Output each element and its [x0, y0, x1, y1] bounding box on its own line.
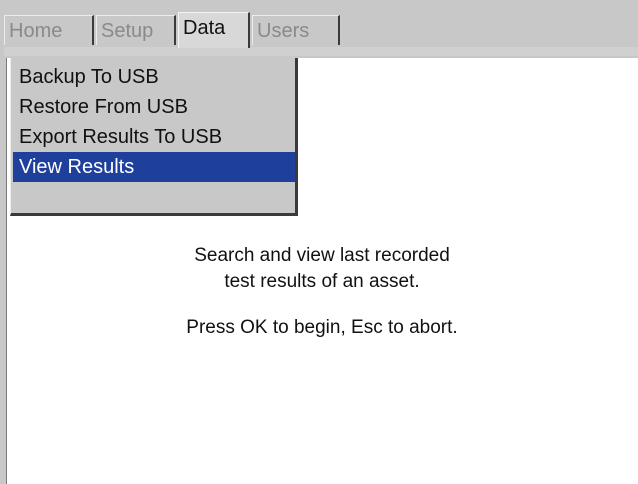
- menu-item-restore-from-usb[interactable]: Restore From USB: [13, 92, 295, 122]
- tab-users[interactable]: Users: [252, 15, 340, 45]
- description-line-2: test results of an asset.: [224, 271, 420, 292]
- description-line-1: Search and view last recorded: [194, 245, 450, 266]
- tab-strip: [4, 47, 638, 56]
- tab-bar: Home Setup Users Data: [0, 0, 638, 56]
- tab-setup[interactable]: Setup: [96, 15, 176, 45]
- menu-item-export-results-to-usb[interactable]: Export Results To USB: [13, 122, 295, 152]
- instruction-text: Press OK to begin, Esc to abort.: [186, 317, 458, 338]
- device-screen: Home Setup Users Data Search and view la…: [0, 0, 638, 484]
- menu-item-view-results[interactable]: View Results: [13, 152, 295, 182]
- data-dropdown-menu: Backup To USB Restore From USB Export Re…: [10, 58, 298, 216]
- menu-item-backup-to-usb[interactable]: Backup To USB: [13, 62, 295, 92]
- tab-data[interactable]: Data: [178, 12, 250, 48]
- tab-home[interactable]: Home: [4, 15, 94, 45]
